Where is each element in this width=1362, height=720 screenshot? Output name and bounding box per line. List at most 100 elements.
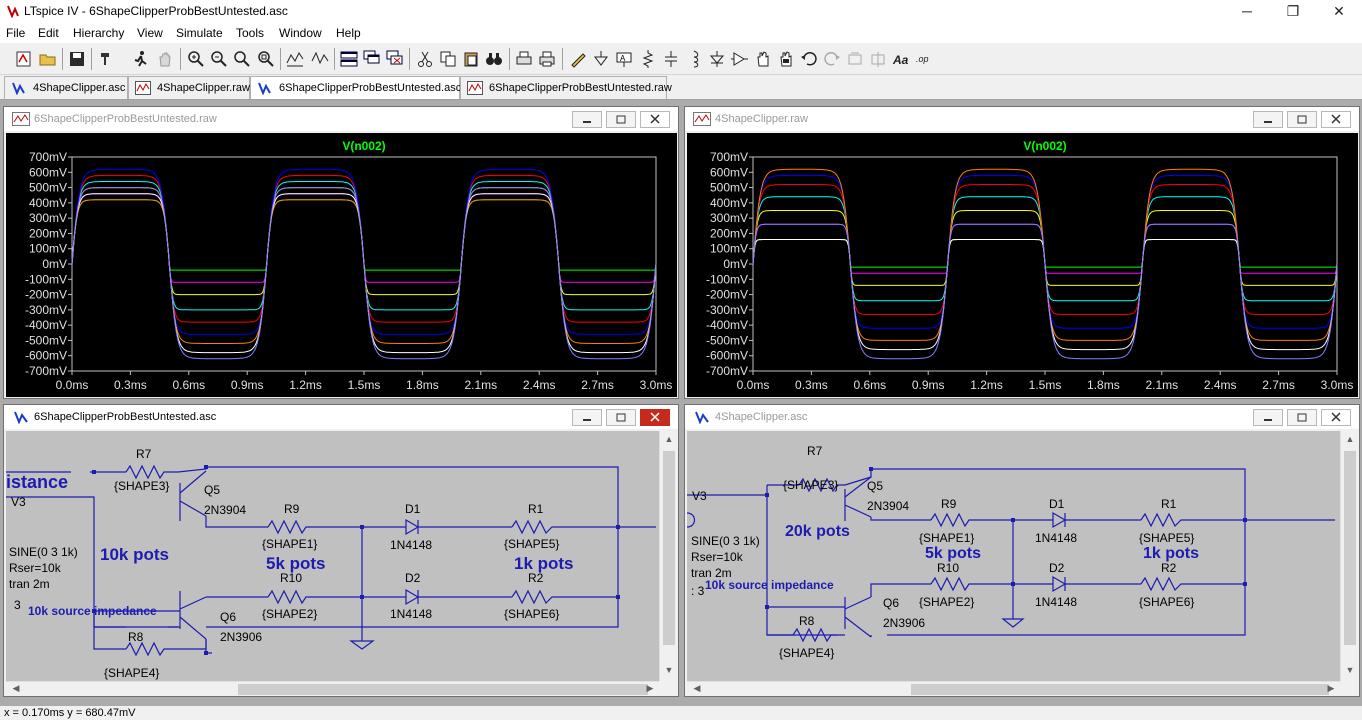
window-title-bar[interactable]: 4ShapeClipper.asc [685, 405, 1359, 429]
vertical-scrollbar[interactable]: ▲ ▼ [659, 431, 677, 681]
tab-label: 4ShapeClipper.raw [157, 82, 250, 94]
horizontal-scrollbar[interactable]: ◀ ▶ [6, 681, 659, 696]
scrollbar-thumb[interactable] [911, 684, 1329, 695]
minimize-button[interactable]: ─ [1224, 0, 1270, 23]
note-1k-pots: 1k pots [1143, 545, 1199, 562]
schematic-window-4shapeclipper[interactable]: 4ShapeClipper.asc R7 {SHAPE3} Q5 2N3904 … [684, 404, 1360, 697]
spice-directive-icon[interactable]: .op [914, 49, 934, 69]
menu-edit[interactable]: Edit [38, 26, 59, 40]
window-minimize-button[interactable] [1253, 409, 1283, 426]
menu-hierarchy[interactable]: Hierarchy [73, 26, 124, 40]
schematic-drawing[interactable]: R7 {SHAPE3} Q5 2N3904 R9 {SHAPE1} D1 1N4… [687, 431, 1340, 681]
find-icon[interactable] [484, 49, 504, 69]
y-tick-label: -400mV [706, 318, 748, 332]
autorange-2-icon[interactable] [310, 49, 330, 69]
waveform-window-6shapeclipper[interactable]: 6ShapeClipperProbBestUntested.raw V(n002… [3, 106, 679, 399]
text-icon[interactable]: Aa [891, 49, 911, 69]
horizontal-scrollbar[interactable]: ◀ ▶ [687, 681, 1340, 696]
tab-4shapeclipper-raw[interactable]: 4ShapeClipper.raw [128, 76, 250, 99]
diode-icon[interactable] [707, 49, 727, 69]
autorange-icon[interactable] [285, 49, 305, 69]
control-panel-icon[interactable] [97, 49, 117, 69]
app-title-bar: LTspice IV - 6ShapeClipperProbBestUntest… [0, 0, 1362, 23]
window-close-button[interactable] [1321, 111, 1351, 128]
window-minimize-button[interactable] [1253, 111, 1283, 128]
save-icon[interactable] [67, 49, 87, 69]
menu-tools[interactable]: Tools [236, 26, 264, 40]
ground-icon[interactable] [591, 49, 611, 69]
tab-6shapeclipper-raw[interactable]: 6ShapeClipperProbBestUntested.raw [460, 76, 672, 99]
window-restore-button[interactable] [1287, 111, 1317, 128]
waveform-plot[interactable]: V(n002) 700mV 600mV 500mV 400mV 300mV 200mV 100… [6, 133, 677, 397]
copy-icon[interactable] [438, 49, 458, 69]
component-icon[interactable] [730, 49, 750, 69]
zoom-out-icon[interactable] [209, 49, 229, 69]
window-minimize-button[interactable] [572, 111, 602, 128]
menu-help[interactable]: Help [336, 26, 361, 40]
menu-view[interactable]: View [137, 26, 163, 40]
source-number: 3 [14, 598, 21, 612]
move-icon[interactable] [753, 49, 773, 69]
zoom-out-2-icon[interactable] [232, 49, 252, 69]
vertical-scrollbar[interactable]: ▲ ▼ [1340, 431, 1358, 681]
menu-simulate[interactable]: Simulate [176, 26, 223, 40]
trace-4 [752, 184, 1338, 315]
waveform-icon [135, 81, 151, 95]
undo-icon[interactable] [799, 49, 819, 69]
capacitor-icon[interactable] [661, 49, 681, 69]
print-icon[interactable] [537, 49, 557, 69]
label-net-icon[interactable]: A [614, 49, 634, 69]
maximize-button[interactable]: ❐ [1270, 0, 1316, 23]
close-button[interactable]: ✕ [1316, 0, 1362, 23]
waveform-window-4shapeclipper[interactable]: 4ShapeClipper.raw V(n002) 700mV 600mV 500mV… [684, 106, 1360, 399]
window-close-button[interactable] [640, 409, 670, 426]
waveform-plot-svg[interactable]: V(n002) 700mV600mV 500mV400mV300mV200mV 100… [6, 133, 677, 397]
menu-bar: File Edit Hierarchy View Simulate Tools … [0, 23, 1362, 43]
trace-2 [752, 210, 1338, 286]
waveform-plot[interactable]: V(n002) 700mV 600mV 500mV 400mV 300mV 200mV 100… [687, 133, 1358, 397]
new-schematic-icon[interactable] [14, 49, 34, 69]
print-preview-icon[interactable] [514, 49, 534, 69]
cascade-icon[interactable] [362, 49, 382, 69]
halt-icon[interactable] [155, 49, 175, 69]
window-title-bar[interactable]: 6ShapeClipperProbBestUntested.raw [4, 107, 678, 131]
open-folder-icon[interactable] [38, 49, 58, 69]
schematic-canvas[interactable]: R7 {SHAPE3} Q5 2N3904 R9 {SHAPE1} D1 1N4… [6, 431, 659, 681]
waveform-plot-svg[interactable]: V(n002) 700mV600mV 500mV400mV300mV200mV 100… [687, 133, 1358, 397]
cut-icon[interactable] [415, 49, 435, 69]
schematic-window-6shapeclipper[interactable]: 6ShapeClipperProbBestUntested.asc R7 {SH… [3, 404, 679, 697]
run-icon[interactable] [131, 49, 151, 69]
window-close-button[interactable] [640, 111, 670, 128]
schematic-canvas[interactable]: R7 {SHAPE3} Q5 2N3904 R9 {SHAPE1} D1 1N4… [687, 431, 1340, 681]
redo-icon[interactable] [822, 49, 842, 69]
zoom-in-icon[interactable] [186, 49, 206, 69]
source-spec: SINE(0 3 1k) [9, 545, 78, 559]
mirror-icon[interactable] [868, 49, 888, 69]
window-restore-button[interactable] [606, 111, 636, 128]
paste-icon[interactable] [461, 49, 481, 69]
menu-window[interactable]: Window [279, 26, 322, 40]
window-restore-button[interactable] [1287, 409, 1317, 426]
scrollbar-thumb[interactable] [238, 684, 648, 695]
window-title-bar[interactable]: 4ShapeClipper.raw [685, 107, 1359, 131]
zoom-fit-icon[interactable] [256, 49, 276, 69]
d1-value: 1N4148 [390, 538, 432, 552]
window-restore-button[interactable] [606, 409, 636, 426]
inductor-icon[interactable] [684, 49, 704, 69]
schematic-drawing[interactable]: R7 {SHAPE3} Q5 2N3904 R9 {SHAPE1} D1 1N4… [6, 431, 659, 681]
drag-icon[interactable] [776, 49, 796, 69]
close-windows-icon[interactable] [385, 49, 405, 69]
tile-vertical-icon[interactable] [339, 49, 359, 69]
menu-file[interactable]: File [6, 26, 25, 40]
rotate-icon[interactable] [845, 49, 865, 69]
window-title-bar[interactable]: 6ShapeClipperProbBestUntested.asc [4, 405, 678, 429]
scrollbar-thumb[interactable] [1344, 451, 1356, 645]
draw-wire-icon[interactable] [568, 49, 588, 69]
resistor-icon[interactable] [638, 49, 658, 69]
window-close-button[interactable] [1321, 409, 1351, 426]
source-spec: SINE(0 3 1k) [691, 534, 760, 548]
scrollbar-thumb[interactable] [663, 451, 675, 645]
window-minimize-button[interactable] [572, 409, 602, 426]
tab-4shapeclipper-asc[interactable]: 4ShapeClipper.asc [4, 76, 128, 99]
tab-6shapeclipper-asc[interactable]: 6ShapeClipperProbBestUntested.asc [250, 76, 461, 99]
